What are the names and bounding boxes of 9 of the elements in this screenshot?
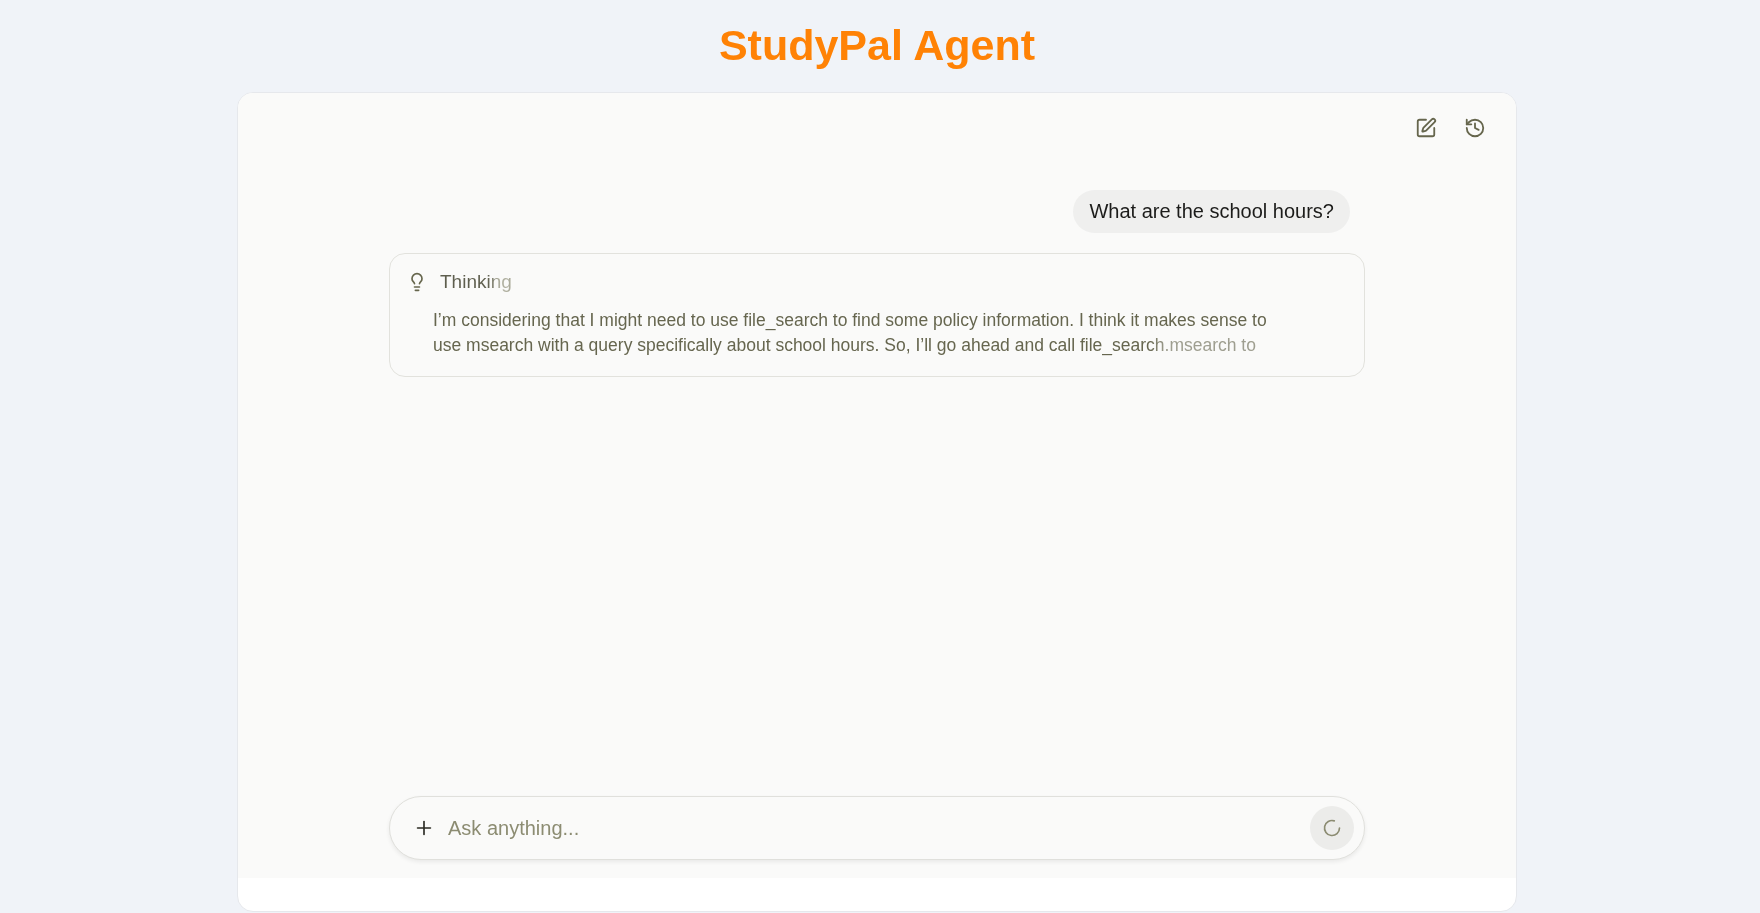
spinner-icon bbox=[1322, 818, 1342, 838]
thinking-text: I’m considering that I might need to use file_search to find some policy information. I think it makes sense to use msearch with a query specifically about school hours. So, I’ll go ahead and call file_search.msearch to bbox=[433, 309, 1268, 358]
history-icon bbox=[1464, 117, 1486, 139]
message-composer[interactable]: Ask anything... bbox=[389, 796, 1365, 860]
edit-icon bbox=[1415, 117, 1437, 139]
message-input[interactable]: Ask anything... bbox=[448, 812, 1298, 844]
user-message-bubble: What are the school hours? bbox=[1073, 190, 1350, 233]
app-title: StudyPal Agent bbox=[718, 23, 1036, 69]
loading-button[interactable] bbox=[1310, 806, 1354, 850]
